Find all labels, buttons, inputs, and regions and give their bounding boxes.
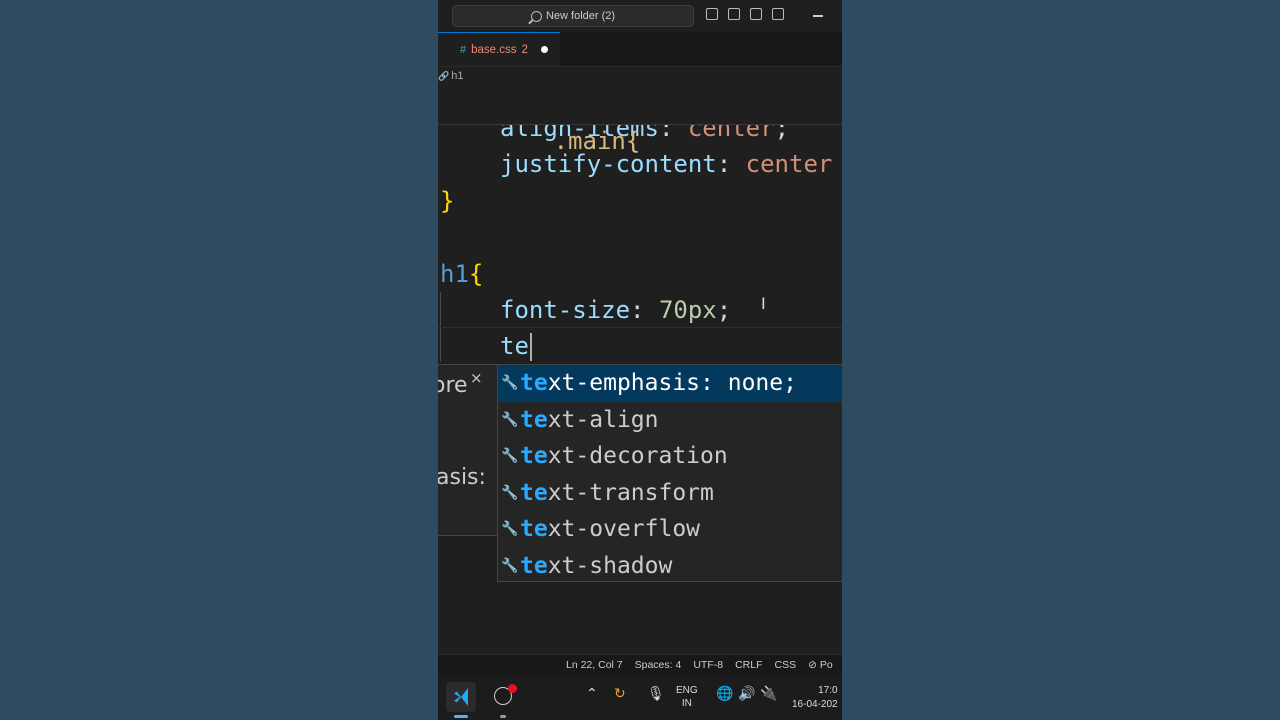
app-indicator [500, 715, 506, 718]
property-wrench-icon: 🔧 [501, 557, 519, 574]
network-icon[interactable]: 🌐 [716, 686, 733, 702]
input-language[interactable]: ENG IN [676, 684, 698, 710]
toggle-primary-sidebar-icon[interactable] [706, 8, 718, 20]
suggestion-item[interactable]: 🔧 te xt-shadow [498, 548, 842, 585]
code-line: font-size: 70px; [500, 296, 732, 324]
hover-text: asis: [438, 465, 486, 490]
search-icon [530, 10, 542, 22]
status-bar: Ln 22, Col 7 Spaces: 4 UTF-8 CRLF CSS ⊘ … [438, 654, 842, 674]
tab-filename: base.css [471, 43, 517, 56]
language-mode[interactable]: CSS [775, 659, 797, 671]
encoding[interactable]: UTF-8 [693, 659, 723, 671]
sync-icon[interactable]: ↻ [614, 686, 626, 702]
property-wrench-icon: 🔧 [501, 484, 519, 501]
recording-badge-icon [508, 684, 517, 693]
indentation[interactable]: Spaces: 4 [635, 659, 682, 671]
active-app-indicator [454, 715, 468, 718]
property-wrench-icon: 🔧 [501, 375, 519, 391]
taskbar: ⌃ ↻ 🎙 ENG IN 🌐 🔊 🔌 17:0 16-04-202 [438, 674, 842, 720]
minimize-button[interactable] [813, 15, 823, 17]
close-icon[interactable]: × [470, 369, 483, 387]
breadcrumb-item[interactable]: h1 [451, 70, 463, 82]
property-wrench-icon: 🔧 [501, 411, 519, 428]
sticky-scroll[interactable]: .main{ [438, 86, 842, 155]
search-text: New folder (2) [545, 10, 616, 22]
toggle-panel-icon[interactable] [728, 8, 740, 20]
system-clock[interactable]: 17:0 16-04-202 [792, 684, 838, 712]
text-caret [529, 333, 532, 361]
toggle-secondary-sidebar-icon[interactable] [750, 8, 762, 20]
suggestion-item[interactable]: 🔧 te xt-decoration [498, 438, 842, 475]
customize-layout-icon[interactable] [772, 8, 784, 20]
chevron-up-icon[interactable]: ⌃ [586, 686, 598, 702]
background-left [0, 0, 438, 720]
vscode-app-icon[interactable] [446, 682, 476, 712]
vscode-window: New folder (2) # base.css 2 🔗 h1 .main{ … [438, 0, 842, 720]
mouse-ibeam-cursor: I [761, 294, 766, 313]
microphone-icon[interactable]: 🎙 [647, 686, 665, 702]
suggestion-item[interactable]: 🔧 te xt-align [498, 402, 842, 439]
battery-icon[interactable]: 🔌 [760, 686, 777, 702]
hover-text: ore [438, 373, 468, 398]
tab-bar: # base.css 2 [438, 32, 842, 67]
cursor-position[interactable]: Ln 22, Col 7 [566, 659, 623, 671]
command-center-search[interactable]: New folder (2) [452, 5, 694, 27]
port-status[interactable]: ⊘ Po [808, 659, 833, 671]
suggestion-item[interactable]: 🔧 te xt-emphasis: none; [498, 365, 842, 402]
hover-widget: ore asis: × [438, 364, 501, 536]
current-line-highlight [438, 327, 842, 365]
volume-icon[interactable]: 🔊 [738, 686, 755, 702]
code-line: h1{ [440, 260, 484, 288]
suggestion-item[interactable]: 🔧 te xt-overflow [498, 511, 842, 548]
layout-controls [706, 8, 784, 20]
tab-base-css[interactable]: # base.css 2 [438, 32, 560, 66]
property-wrench-icon: 🔧 [501, 448, 519, 464]
unsaved-dot-icon[interactable] [540, 46, 548, 53]
property-wrench-icon: 🔧 [501, 521, 519, 537]
code-line-current: te [500, 328, 532, 364]
css-file-icon: # [460, 43, 467, 56]
suggestion-item[interactable]: 🔧 te xt-transform [498, 475, 842, 512]
breadcrumb: 🔗 h1 [438, 66, 842, 86]
suggest-widget: 🔧 te xt-emphasis: none; 🔧 te xt-align 🔧 te xt-… [497, 364, 842, 582]
background-right [842, 0, 1280, 720]
selector-icon: 🔗 [438, 70, 450, 81]
line-ending[interactable]: CRLF [735, 659, 762, 671]
title-bar: New folder (2) [438, 0, 842, 32]
sticky-selector: .main{ [553, 127, 641, 155]
tab-problem-count: 2 [521, 43, 528, 56]
